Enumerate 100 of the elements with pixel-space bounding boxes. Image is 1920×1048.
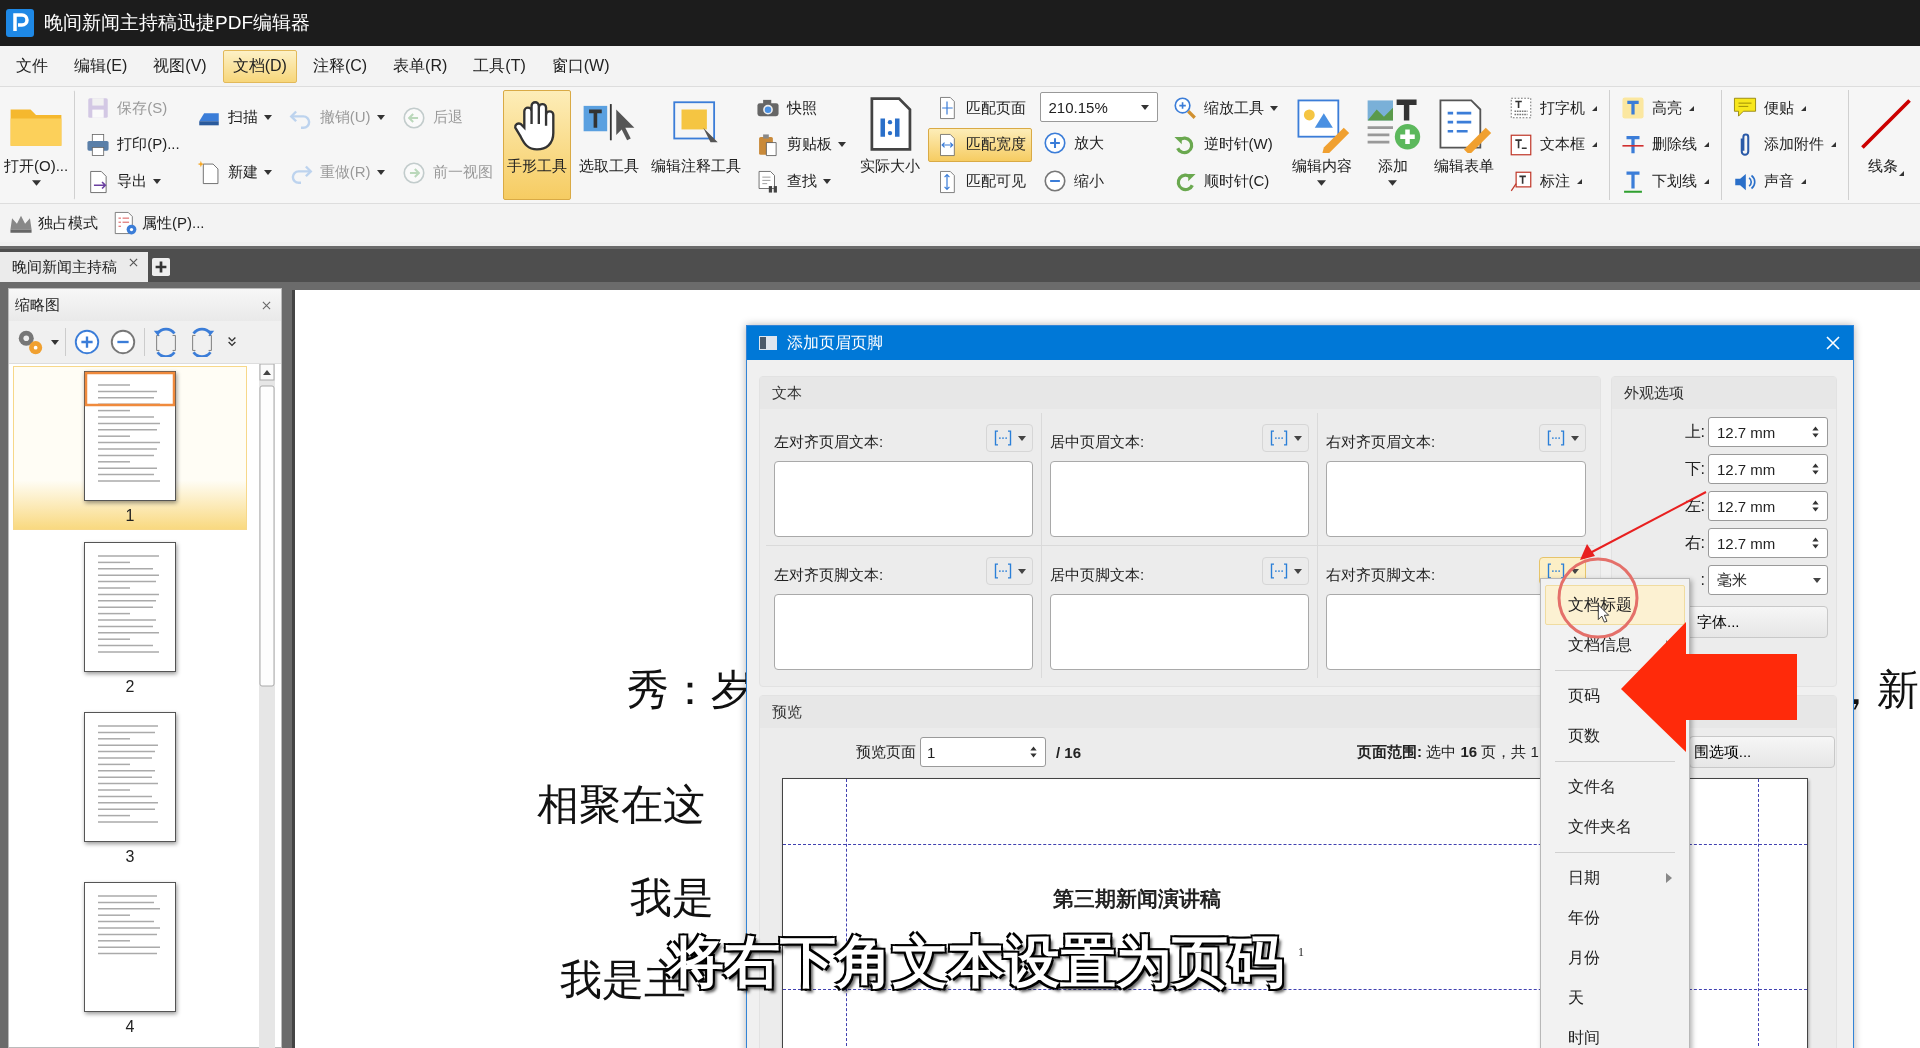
menu-item[interactable]: 工具(T) bbox=[463, 49, 536, 83]
page-total: / 16 bbox=[1056, 743, 1082, 761]
hand-tool-button[interactable]: 手形工具 bbox=[502, 90, 571, 200]
menu-item[interactable]: 文件 bbox=[6, 49, 58, 83]
thumbnail-item[interactable]: 1 bbox=[13, 366, 247, 530]
zoom-in-button[interactable]: 放大 bbox=[1035, 126, 1162, 160]
menu-item[interactable]: 文件名 bbox=[1545, 767, 1685, 807]
panel-title: 缩略图 bbox=[15, 295, 60, 315]
insert-macro-button[interactable] bbox=[1262, 557, 1309, 585]
menu-item[interactable]: 时间 bbox=[1545, 1018, 1685, 1048]
close-icon[interactable] bbox=[129, 257, 138, 267]
text-field[interactable] bbox=[774, 461, 1033, 537]
rotate-counterclockwise-button[interactable]: 逆时针(W) bbox=[1165, 128, 1284, 162]
edit-annotation-tool-button[interactable]: 编辑注释工具 bbox=[646, 90, 745, 200]
caret-icon bbox=[1317, 180, 1326, 186]
unit-dropdown[interactable]: 毫米 bbox=[1708, 565, 1828, 595]
exclusive-mode-button[interactable]: 独占模式 bbox=[4, 208, 102, 238]
highlight-button[interactable]: 高亮 bbox=[1613, 91, 1715, 126]
magnifier-icon bbox=[1171, 95, 1198, 122]
menu-item[interactable]: 日期 bbox=[1545, 858, 1685, 898]
callout-button[interactable]: 标注 bbox=[1501, 164, 1603, 199]
actual-size-button[interactable]: 实际大小 bbox=[855, 90, 924, 200]
corner-arrow-icon bbox=[1688, 105, 1694, 111]
fit-page-button[interactable]: 匹配页面 bbox=[927, 91, 1032, 126]
insert-macro-button[interactable] bbox=[1539, 424, 1586, 452]
spin-arrows-icon bbox=[1810, 535, 1821, 551]
margin-field[interactable]: 12.7 mm bbox=[1708, 491, 1828, 521]
page-number-preview: 1 bbox=[1298, 945, 1304, 960]
zoom-field[interactable]: 210.15% bbox=[1039, 92, 1158, 122]
attachment-button[interactable]: 添加附件 bbox=[1725, 128, 1842, 162]
zoom-in-icon bbox=[1041, 130, 1068, 156]
insert-macro-button[interactable] bbox=[986, 557, 1033, 585]
menu-item[interactable]: 年份 bbox=[1545, 898, 1685, 938]
line-button[interactable]: 线条 bbox=[1852, 90, 1919, 200]
text-field[interactable] bbox=[1326, 461, 1586, 537]
clipboard-button[interactable]: 剪贴板 bbox=[748, 128, 852, 162]
corner-arrow-icon bbox=[1591, 142, 1597, 148]
document-tab[interactable]: 晚间新闻主持稿 bbox=[0, 252, 148, 282]
edit-form-button[interactable]: 编辑表单 bbox=[1429, 90, 1498, 200]
rotate-clockwise-button[interactable]: 顺时针(C) bbox=[1165, 164, 1284, 199]
scan-button[interactable]: 扫描 bbox=[189, 100, 278, 135]
sticky-note-button[interactable]: 便贴 bbox=[1725, 91, 1842, 126]
caret-icon bbox=[1813, 577, 1821, 583]
menu-item[interactable]: 注释(C) bbox=[302, 49, 378, 83]
add-button[interactable]: 添加 bbox=[1359, 90, 1426, 200]
underline-button[interactable]: 下划线 bbox=[1613, 164, 1715, 199]
edit-content-button[interactable]: 编辑内容 bbox=[1287, 90, 1356, 200]
page-number: 4 bbox=[125, 1018, 135, 1037]
caret-icon bbox=[1140, 104, 1149, 110]
select-tool-button[interactable]: 选取工具 bbox=[574, 90, 643, 200]
text-field[interactable] bbox=[1050, 594, 1309, 670]
margin-field[interactable]: 12.7 mm bbox=[1708, 528, 1828, 558]
open-button[interactable]: 打开(O)... bbox=[0, 90, 76, 200]
menu-item[interactable]: 视图(V) bbox=[143, 49, 217, 83]
fit-visible-button[interactable]: 匹配可见 bbox=[927, 164, 1032, 199]
new-button[interactable]: 新建 bbox=[189, 155, 278, 190]
macro-icon bbox=[993, 428, 1013, 448]
strikethrough-button[interactable]: 删除线 bbox=[1613, 128, 1715, 162]
text-field[interactable] bbox=[1050, 461, 1309, 537]
caret-icon[interactable] bbox=[51, 339, 59, 345]
menu-item[interactable]: 文档(D) bbox=[222, 49, 297, 83]
caret-icon bbox=[837, 142, 846, 148]
menu-item[interactable]: 天 bbox=[1545, 978, 1685, 1018]
properties-button[interactable]: 属性(P)... bbox=[108, 208, 209, 238]
zoom-in-icon[interactable] bbox=[72, 327, 102, 357]
menu-item[interactable]: 月份 bbox=[1545, 938, 1685, 978]
menu-item[interactable]: 窗口(W) bbox=[541, 49, 620, 83]
insert-macro-button[interactable] bbox=[986, 424, 1033, 452]
zoom-out-button[interactable]: 缩小 bbox=[1035, 164, 1162, 198]
export-button[interactable]: 导出 bbox=[79, 164, 186, 199]
close-icon[interactable] bbox=[262, 300, 271, 310]
text-box-button[interactable]: 文本框 bbox=[1501, 128, 1603, 162]
menu-item[interactable]: 文档标题 bbox=[1545, 585, 1685, 625]
typewriter-button[interactable]: 打字机 bbox=[1501, 91, 1603, 126]
preview-page-field[interactable]: 1 bbox=[920, 737, 1046, 767]
caret-icon bbox=[1388, 180, 1397, 186]
window-icon bbox=[759, 336, 777, 350]
find-button[interactable]: 查找 bbox=[748, 164, 852, 199]
menu-item[interactable]: 表单(R) bbox=[383, 49, 458, 83]
sound-button[interactable]: 声音 bbox=[1725, 164, 1842, 199]
zoom-tool-button[interactable]: 缩放工具 bbox=[1165, 91, 1284, 126]
scrollbar[interactable] bbox=[259, 364, 275, 1048]
print-button[interactable]: 打印(P)... bbox=[79, 128, 186, 162]
thumbnail-item[interactable]: 2 bbox=[13, 538, 247, 700]
thumbnail-item[interactable]: 4 bbox=[13, 878, 247, 1040]
zoom-out-icon[interactable] bbox=[108, 327, 138, 357]
menu-item[interactable]: 编辑(E) bbox=[64, 49, 138, 83]
fit-width-button[interactable]: 匹配宽度 bbox=[927, 128, 1032, 162]
forward-icon bbox=[400, 159, 427, 186]
menu-item[interactable]: 文件夹名 bbox=[1545, 807, 1685, 847]
range-options-button[interactable]: 围选项... bbox=[1688, 736, 1835, 768]
macro-icon bbox=[1546, 561, 1566, 581]
text-field[interactable] bbox=[774, 594, 1033, 670]
insert-macro-button[interactable] bbox=[1262, 424, 1309, 452]
margin-field[interactable]: 12.7 mm bbox=[1708, 454, 1828, 484]
margin-field[interactable]: 12.7 mm bbox=[1708, 417, 1828, 447]
field-label: 上: bbox=[1684, 421, 1705, 442]
new-tab-button[interactable] bbox=[152, 258, 170, 276]
thumbnail-item[interactable]: 3 bbox=[13, 708, 247, 870]
snapshot-button[interactable]: 快照 bbox=[748, 91, 852, 126]
